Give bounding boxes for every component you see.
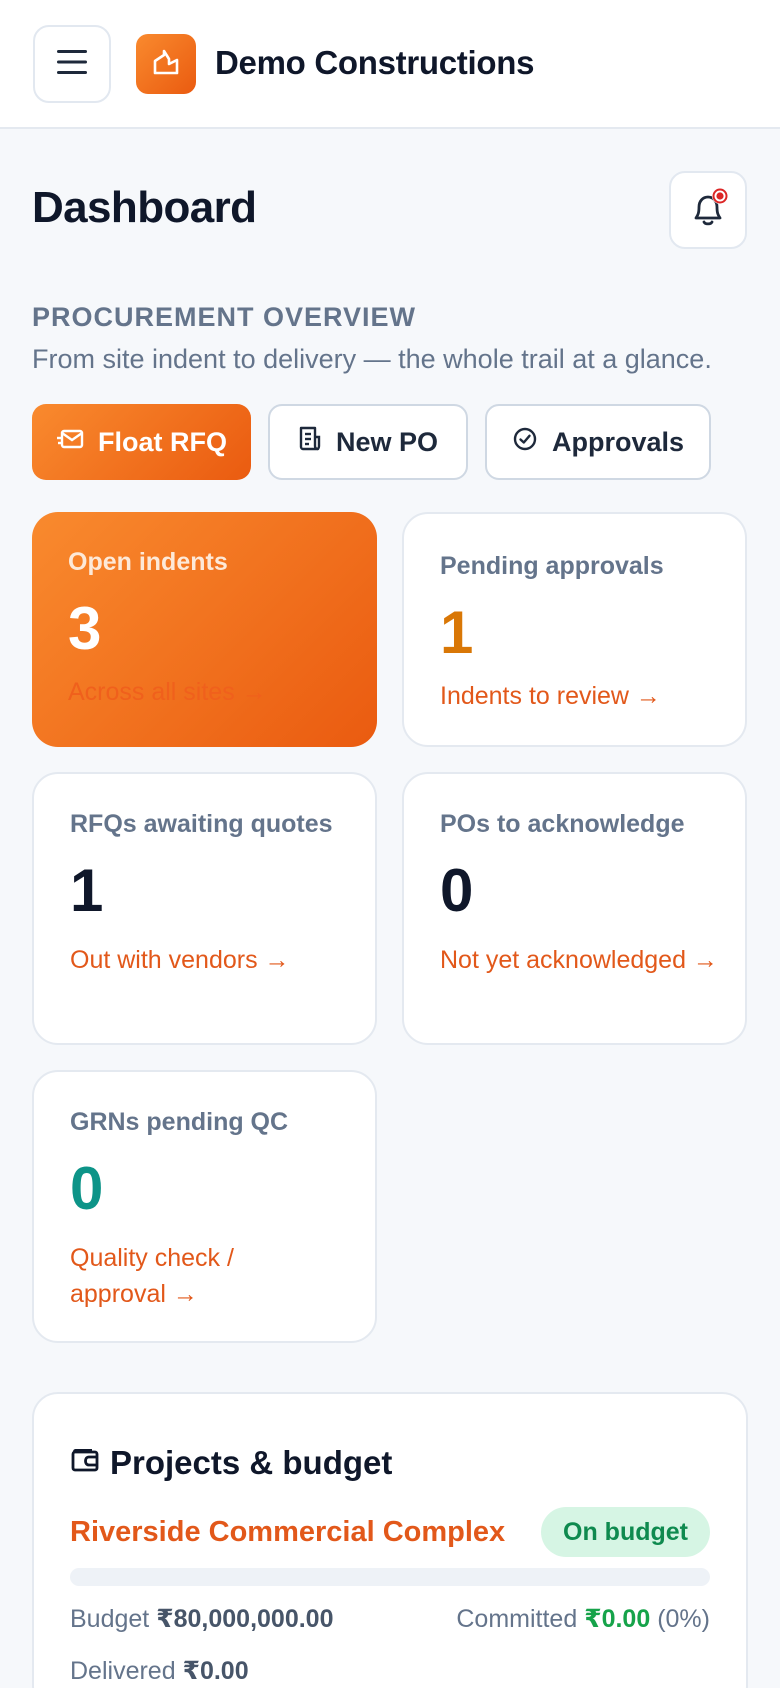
stat-card-grns-pending-qc[interactable]: GRNs pending QC 0 Quality check / approv… <box>32 1070 377 1343</box>
stat-card-pos-to-acknowledge[interactable]: POs to acknowledge 0 Not yet acknowledge… <box>402 772 747 1045</box>
bell-icon <box>686 186 730 235</box>
status-badge: On budget <box>541 1507 710 1557</box>
document-icon <box>298 426 322 459</box>
stat-link[interactable]: Not yet acknowledged → <box>440 942 720 978</box>
delivered-label: Delivered <box>70 1657 176 1685</box>
float-rfq-label: Float RFQ <box>98 426 227 457</box>
committed-label: Committed <box>456 1605 578 1633</box>
stat-label: Open indents <box>68 548 228 576</box>
budget-amount: Budget ₹80,000,000.00 <box>70 1604 333 1634</box>
committed-amount: Committed ₹0.00 (0%) <box>456 1604 710 1634</box>
delivered-value: ₹0.00 <box>182 1657 249 1685</box>
page-title: Dashboard <box>32 183 257 232</box>
check-circle-icon <box>512 426 538 459</box>
stat-link[interactable]: Out with vendors → <box>70 942 350 978</box>
approvals-label: Approvals <box>551 426 685 457</box>
project-name-link[interactable]: Riverside Commercial Complex <box>70 1516 505 1549</box>
section-label: PROCUREMENT OVERVIEW <box>32 302 417 332</box>
stat-value: 0 <box>70 1155 104 1222</box>
committed-percent: (0%) <box>657 1605 710 1633</box>
company-name: Demo Constructions <box>215 44 535 81</box>
section-subtitle: From site indent to delivery — the whole… <box>32 344 712 374</box>
budget-progress-bar <box>70 1568 710 1586</box>
float-rfq-button[interactable]: Float RFQ <box>32 404 251 480</box>
building-icon <box>151 47 181 82</box>
company-logo[interactable] <box>136 34 196 94</box>
stat-value: 1 <box>440 599 474 666</box>
stat-value: 3 <box>68 595 102 662</box>
stat-label: RFQs awaiting quotes <box>70 810 333 838</box>
delivered-amount: Delivered ₹0.00 <box>70 1656 249 1686</box>
send-mail-icon <box>56 427 84 458</box>
budget-section-title: Projects & budget <box>70 1444 392 1482</box>
wallet-icon <box>70 1444 100 1482</box>
stat-card-rfqs-awaiting-quotes[interactable]: RFQs awaiting quotes 1 Out with vendors … <box>32 772 377 1045</box>
budget-value: ₹80,000,000.00 <box>156 1605 334 1633</box>
stat-link[interactable]: Quality check / approval → <box>70 1240 300 1312</box>
stat-label: POs to acknowledge <box>440 810 685 838</box>
approvals-button[interactable]: Approvals <box>485 404 711 480</box>
stat-link[interactable]: Across all sites → <box>68 674 348 710</box>
stat-card-open-indents[interactable]: Open indents 3 Across all sites → <box>32 512 377 747</box>
projects-budget-card: Projects & budget Riverside Commercial C… <box>32 1392 748 1688</box>
menu-button[interactable] <box>33 25 111 103</box>
stat-link[interactable]: Indents to review → <box>440 678 720 714</box>
committed-value: ₹0.00 <box>584 1605 651 1633</box>
stat-value: 0 <box>440 857 474 924</box>
new-po-button[interactable]: New PO <box>268 404 468 480</box>
stat-label: GRNs pending QC <box>70 1108 289 1136</box>
hamburger-icon <box>56 48 88 81</box>
stat-card-pending-approvals[interactable]: Pending approvals 1 Indents to review → <box>402 512 747 747</box>
top-bar: Demo Constructions <box>0 0 780 129</box>
stat-label: Pending approvals <box>440 552 664 580</box>
stat-value: 1 <box>70 857 104 924</box>
budget-label: Budget <box>70 1605 150 1633</box>
budget-title-label: Projects & budget <box>110 1444 393 1481</box>
notifications-button[interactable] <box>669 171 747 249</box>
new-po-label: New PO <box>335 426 439 457</box>
